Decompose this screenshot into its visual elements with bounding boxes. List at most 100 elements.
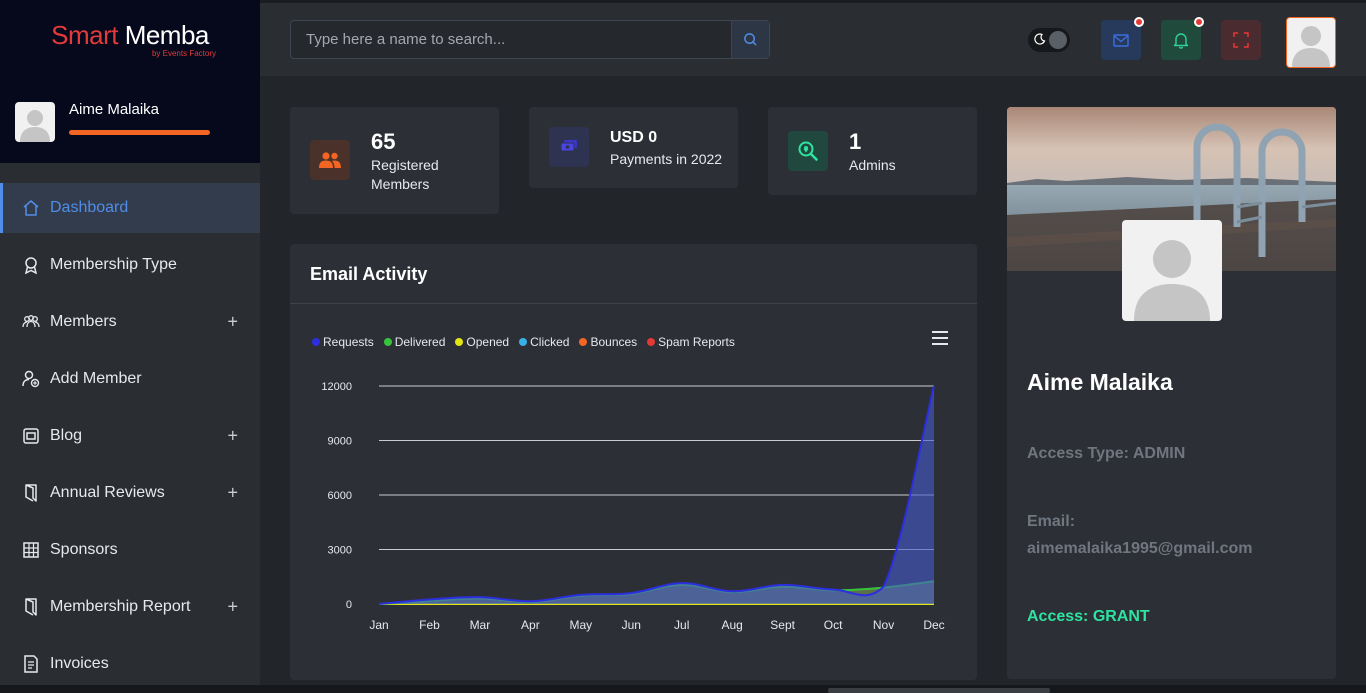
user-placeholder-icon: [1292, 26, 1330, 67]
user-add-icon: [22, 370, 40, 388]
legend-label: Spam Reports: [658, 335, 735, 349]
notifications-button[interactable]: [1161, 17, 1204, 60]
home-icon: [22, 199, 40, 217]
expand-plus-icon[interactable]: +: [227, 483, 238, 504]
sidebar-item-membership-report[interactable]: Membership Report +: [0, 582, 260, 632]
legend-swatch: [312, 338, 320, 346]
x-tick-label: Apr: [521, 618, 540, 632]
legend-item[interactable]: Clicked: [519, 335, 569, 349]
chart-title: Email Activity: [310, 264, 428, 284]
x-tick-label: Jan: [369, 618, 388, 632]
money-icon: [560, 140, 577, 152]
users-icon: [319, 152, 341, 168]
sidebar-item-members[interactable]: Members +: [0, 297, 260, 347]
expand-plus-icon[interactable]: +: [227, 426, 238, 447]
legend-swatch: [579, 338, 588, 346]
sidebar-item-dashboard[interactable]: Dashboard: [0, 183, 260, 233]
window-bottom-bar: [0, 685, 1366, 693]
user-progress-bar: [69, 130, 210, 135]
sidebar-item-label: Members: [50, 313, 117, 330]
stat-icon-box: [788, 131, 828, 171]
stat-card-members: 65 Registered Members: [290, 107, 499, 214]
profile-avatar[interactable]: [1122, 220, 1222, 321]
x-tick-label: Oct: [824, 618, 843, 632]
legend-swatch: [647, 338, 656, 346]
legend-item[interactable]: Spam Reports: [647, 335, 735, 349]
sidebar-item-sponsors[interactable]: Sponsors: [0, 525, 260, 575]
x-tick-label: Mar: [470, 618, 491, 632]
stat-card-admins: 1 Admins: [768, 107, 977, 195]
profile-card: Aime Malaika Access Type: ADMIN Email: a…: [1007, 107, 1336, 679]
legend-item[interactable]: Bounces: [579, 335, 637, 349]
sidebar-item-label: Blog: [50, 427, 83, 444]
sidebar-item-invoices[interactable]: Invoices: [0, 639, 260, 689]
search-box: [290, 20, 770, 59]
sidebar-item-annual-reviews[interactable]: Annual Reviews +: [0, 468, 260, 518]
legend-label: Requests: [323, 335, 374, 349]
horizontal-scrollbar[interactable]: [828, 688, 1050, 693]
award-icon: [22, 256, 40, 274]
theme-toggle[interactable]: [1028, 28, 1070, 52]
toggle-knob: [1049, 31, 1067, 49]
report-icon: [22, 598, 40, 616]
legend-label: Delivered: [394, 335, 446, 349]
sidebar-user-name: Aime Malaika: [69, 101, 160, 118]
members-label: Registered Members: [371, 157, 439, 192]
legend-swatch: [519, 338, 528, 346]
sidebar-item-label: Annual Reviews: [50, 484, 165, 501]
stat-icon-box: [549, 127, 589, 167]
header-avatar[interactable]: [1286, 17, 1336, 68]
chart-menu-button[interactable]: [932, 331, 948, 345]
x-tick-label: May: [569, 618, 592, 632]
search-icon: [744, 33, 757, 46]
brand-name-part2: Memba: [124, 20, 210, 50]
search-input[interactable]: [291, 21, 731, 58]
legend-item[interactable]: Opened: [455, 335, 509, 349]
legend-item[interactable]: Requests: [312, 335, 374, 349]
sidebar-item-membership-type[interactable]: Membership Type: [0, 240, 260, 290]
payments-label: Payments in 2022: [610, 151, 723, 167]
mail-button[interactable]: [1101, 17, 1144, 60]
sidebar-item-label: Add Member: [50, 370, 142, 387]
fullscreen-button[interactable]: [1221, 20, 1261, 60]
sidebar-item-label: Invoices: [50, 655, 109, 672]
card-divider: [290, 303, 977, 304]
legend-swatch: [455, 338, 464, 346]
search-button[interactable]: [731, 21, 769, 58]
profile-name: Aime Malaika: [1027, 369, 1173, 395]
sidebar-item-label: Sponsors: [50, 541, 118, 558]
sidebar-user-info: Aime Malaika: [69, 101, 210, 135]
y-tick-label: 3000: [328, 545, 352, 557]
legend-item[interactable]: Delivered: [383, 335, 446, 349]
expand-plus-icon[interactable]: +: [227, 312, 238, 333]
x-tick-label: Sept: [770, 618, 795, 632]
admins-count: 1: [849, 129, 862, 154]
y-tick-label: 0: [346, 599, 352, 611]
user-placeholder-icon: [20, 110, 50, 142]
x-tick-label: Nov: [873, 618, 894, 632]
profile-email: aimemalaika1995@gmail.com: [1027, 540, 1253, 557]
y-tick-label: 12000: [321, 381, 352, 393]
payments-value: 0: [648, 129, 658, 146]
users-icon: [22, 313, 40, 331]
legend-swatch: [383, 338, 392, 346]
x-tick-label: Aug: [722, 618, 743, 632]
y-tick-label: 6000: [328, 490, 352, 502]
avatar[interactable]: [15, 102, 55, 142]
legend-label: Bounces: [590, 335, 638, 349]
sidebar-item-label: Membership Type: [50, 256, 177, 273]
user-placeholder-icon: [1134, 240, 1210, 321]
payments-currency: USD: [610, 129, 644, 146]
sidebar-item-add-member[interactable]: Add Member: [0, 354, 260, 404]
brand-logo[interactable]: Smart Memba by Events Factory: [0, 0, 260, 80]
members-count: 65: [371, 129, 396, 154]
brand-name: Smart Memba: [51, 22, 209, 48]
grid-icon: [22, 541, 40, 559]
stat-card-payments: USD 0 Payments in 2022: [529, 107, 738, 188]
brand-name-part1: Smart: [51, 20, 118, 50]
sidebar-item-blog[interactable]: Blog +: [0, 411, 260, 461]
legend-label: Clicked: [530, 335, 570, 349]
expand-plus-icon[interactable]: +: [227, 597, 238, 618]
sidebar-item-label: Membership Report: [50, 598, 191, 615]
bell-notification-dot: [1194, 17, 1204, 27]
